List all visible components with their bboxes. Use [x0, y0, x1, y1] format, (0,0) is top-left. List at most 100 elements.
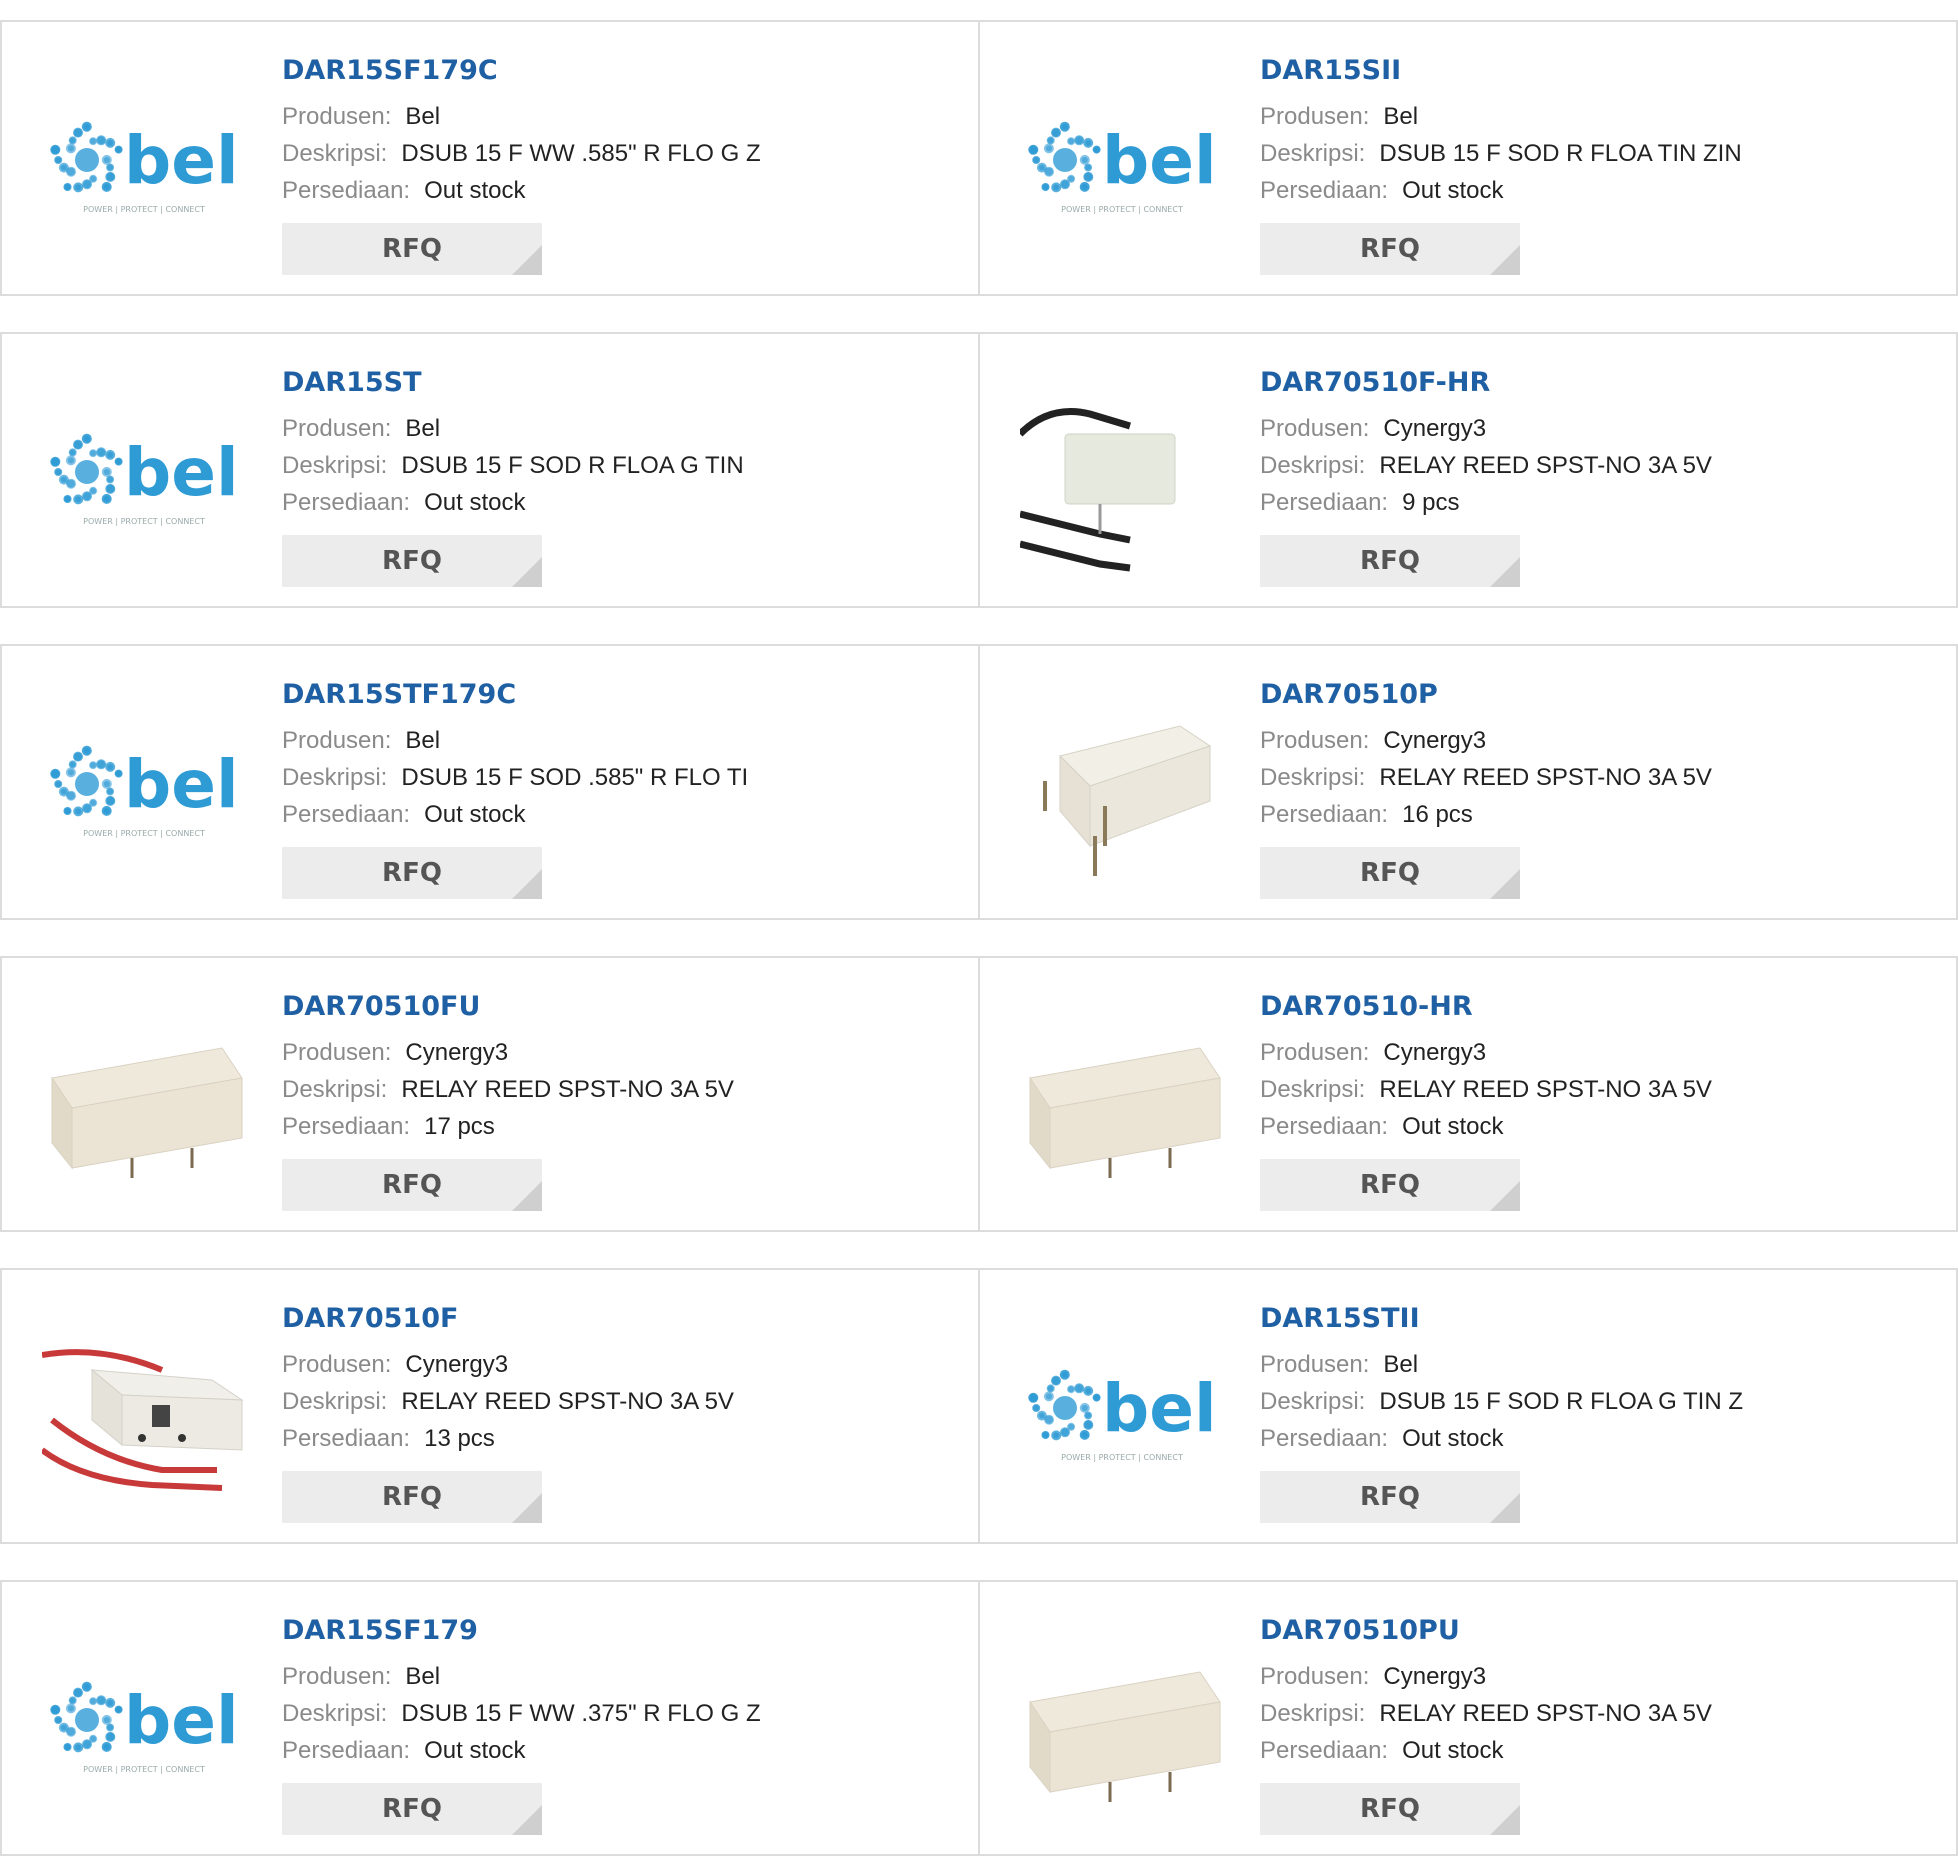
stock-row: Persediaan: 16 pcs [1260, 796, 1936, 833]
part-number-link[interactable]: DAR70510FU [282, 988, 958, 1026]
manufacturer-value: Bel [1383, 1351, 1419, 1378]
description-value: RELAY REED SPST-NO 3A 5V [1379, 764, 1712, 791]
product-image[interactable]: bel POWER | PROTECT | CONNECT [42, 1622, 246, 1826]
part-number-link[interactable]: DAR15SF179C [282, 52, 958, 90]
rfq-button[interactable]: RFQ [282, 1159, 542, 1211]
svg-text:POWER | PROTECT | CONNECT: POWER | PROTECT | CONNECT [83, 829, 205, 838]
description-row: Deskripsi: RELAY REED SPST-NO 3A 5V [1260, 447, 1936, 484]
description-value: RELAY REED SPST-NO 3A 5V [401, 1076, 734, 1103]
product-card: DAR70510F-HR Produsen: Cynergy3 Deskripsi… [978, 332, 1958, 608]
rfq-button[interactable]: RFQ [282, 1471, 542, 1523]
description-label: Deskripsi: [1260, 764, 1366, 791]
manufacturer-row: Produsen: Cynergy3 [282, 1346, 958, 1383]
svg-text:POWER | PROTECT | CONNECT: POWER | PROTECT | CONNECT [1061, 205, 1183, 214]
rfq-button[interactable]: RFQ [1260, 847, 1520, 899]
product-image[interactable]: bel POWER | PROTECT | CONNECT [42, 686, 246, 890]
rfq-button[interactable]: RFQ [1260, 535, 1520, 587]
rfq-button[interactable]: RFQ [1260, 1159, 1520, 1211]
manufacturer-row: Produsen: Cynergy3 [1260, 1658, 1936, 1695]
rfq-button[interactable]: RFQ [282, 535, 542, 587]
part-number-link[interactable]: DAR70510F [282, 1300, 958, 1338]
manufacturer-label: Produsen: [1260, 1039, 1370, 1066]
stock-row: Persediaan: 13 pcs [282, 1420, 958, 1457]
stock-value: Out stock [1402, 1113, 1504, 1140]
product-info: DAR70510FU Produsen: Cynergy3 Deskripsi: R… [282, 988, 958, 1211]
description-label: Deskripsi: [282, 140, 388, 167]
description-label: Deskripsi: [1260, 1076, 1366, 1103]
description-row: Deskripsi: RELAY REED SPST-NO 3A 5V [1260, 759, 1936, 796]
stock-value: Out stock [1402, 1737, 1504, 1764]
product-image[interactable]: bel POWER | PROTECT | CONNECT [42, 62, 246, 266]
product-image[interactable] [1020, 686, 1224, 890]
description-label: Deskripsi: [282, 1388, 388, 1415]
product-image[interactable] [42, 998, 246, 1202]
svg-text:bel: bel [1102, 122, 1217, 199]
part-number-link[interactable]: DAR70510PU [1260, 1612, 1936, 1650]
manufacturer-label: Produsen: [282, 415, 392, 442]
manufacturer-label: Produsen: [282, 727, 392, 754]
manufacturer-label: Produsen: [1260, 727, 1370, 754]
product-image[interactable] [42, 1310, 246, 1514]
manufacturer-row: Produsen: Bel [1260, 98, 1936, 135]
description-row: Deskripsi: DSUB 15 F SOD R FLOA G TIN Z [1260, 1383, 1936, 1420]
description-label: Deskripsi: [282, 1700, 388, 1727]
stock-row: Persediaan: Out stock [1260, 1420, 1936, 1457]
product-card: DAR70510P Produsen: Cynergy3 Deskripsi: RE… [978, 644, 1958, 920]
stock-row: Persediaan: Out stock [282, 796, 958, 833]
description-label: Deskripsi: [282, 452, 388, 479]
product-card: bel POWER | PROTECT | CONNECT DAR15SII P… [978, 20, 1958, 296]
description-row: Deskripsi: RELAY REED SPST-NO 3A 5V [282, 1383, 958, 1420]
product-info: DAR15STII Produsen: Bel Deskripsi: DSUB 15… [1260, 1300, 1936, 1523]
product-info: DAR15SF179 Produsen: Bel Deskripsi: DSUB 1… [282, 1612, 958, 1835]
manufacturer-value: Bel [405, 415, 441, 442]
manufacturer-row: Produsen: Bel [1260, 1346, 1936, 1383]
rfq-button[interactable]: RFQ [1260, 1471, 1520, 1523]
description-value: DSUB 15 F SOD R FLOA G TIN [401, 452, 744, 479]
manufacturer-row: Produsen: Bel [282, 722, 958, 759]
product-card: bel POWER | PROTECT | CONNECT DAR15SF179… [0, 1580, 980, 1856]
manufacturer-value: Cynergy3 [405, 1039, 509, 1066]
product-info: DAR70510P Produsen: Cynergy3 Deskripsi: RE… [1260, 676, 1936, 899]
svg-text:bel: bel [124, 122, 239, 199]
stock-value: 9 pcs [1402, 489, 1460, 516]
product-card: DAR70510PU Produsen: Cynergy3 Deskripsi: R… [978, 1580, 1958, 1856]
rfq-button[interactable]: RFQ [1260, 223, 1520, 275]
product-image[interactable]: bel POWER | PROTECT | CONNECT [1020, 62, 1224, 266]
manufacturer-value: Cynergy3 [1383, 727, 1487, 754]
product-image[interactable] [1020, 374, 1224, 578]
product-image[interactable]: bel POWER | PROTECT | CONNECT [1020, 1310, 1224, 1514]
part-number-link[interactable]: DAR15STF179C [282, 676, 958, 714]
product-card: bel POWER | PROTECT | CONNECT DAR15STF17… [0, 644, 980, 920]
rfq-button[interactable]: RFQ [1260, 1783, 1520, 1835]
product-image[interactable]: bel POWER | PROTECT | CONNECT [42, 374, 246, 578]
rfq-button[interactable]: RFQ [282, 1783, 542, 1835]
description-label: Deskripsi: [1260, 140, 1366, 167]
part-number-link[interactable]: DAR70510F-HR [1260, 364, 1936, 402]
description-label: Deskripsi: [1260, 452, 1366, 479]
product-image[interactable] [1020, 998, 1224, 1202]
rfq-button[interactable]: RFQ [282, 223, 542, 275]
part-number-link[interactable]: DAR15SF179 [282, 1612, 958, 1650]
svg-text:POWER | PROTECT | CONNECT: POWER | PROTECT | CONNECT [83, 205, 205, 214]
svg-text:POWER | PROTECT | CONNECT: POWER | PROTECT | CONNECT [1061, 1453, 1183, 1462]
stock-value: 13 pcs [424, 1425, 495, 1452]
part-number-link[interactable]: DAR15STII [1260, 1300, 1936, 1338]
svg-text:bel: bel [124, 1682, 239, 1759]
product-image[interactable] [1020, 1622, 1224, 1826]
part-number-link[interactable]: DAR15ST [282, 364, 958, 402]
stock-value: Out stock [1402, 1425, 1504, 1452]
part-number-link[interactable]: DAR15SII [1260, 52, 1936, 90]
part-number-link[interactable]: DAR70510-HR [1260, 988, 1936, 1026]
stock-label: Persediaan: [282, 1113, 411, 1140]
description-row: Deskripsi: DSUB 15 F SOD R FLOA TIN ZIN [1260, 135, 1936, 172]
stock-value: Out stock [424, 489, 526, 516]
part-number-link[interactable]: DAR70510P [1260, 676, 1936, 714]
manufacturer-label: Produsen: [282, 103, 392, 130]
manufacturer-row: Produsen: Bel [282, 98, 958, 135]
manufacturer-value: Bel [405, 103, 441, 130]
manufacturer-row: Produsen: Cynergy3 [1260, 1034, 1936, 1071]
manufacturer-label: Produsen: [282, 1351, 392, 1378]
rfq-button[interactable]: RFQ [282, 847, 542, 899]
stock-value: Out stock [424, 1737, 526, 1764]
product-card: DAR70510FU Produsen: Cynergy3 Deskripsi: R… [0, 956, 980, 1232]
